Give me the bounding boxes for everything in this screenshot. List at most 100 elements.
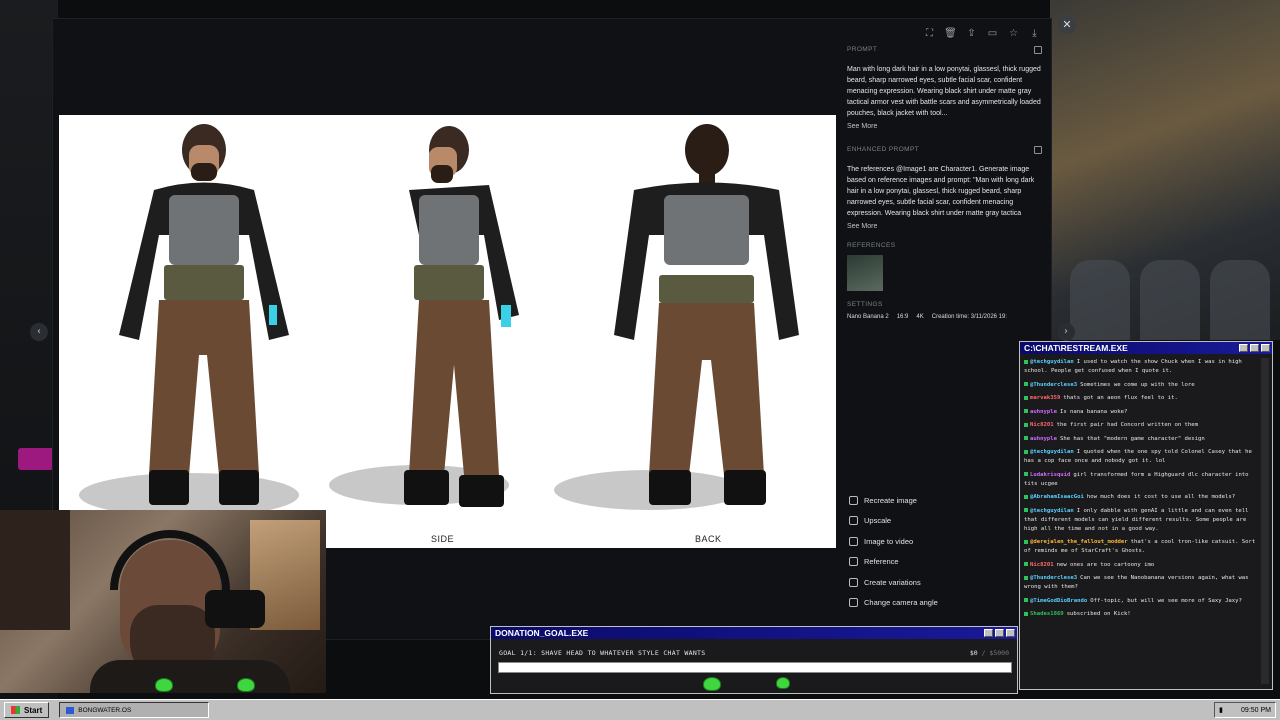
donation-window-titlebar[interactable]: DONATION_GOAL.EXE (491, 627, 1017, 639)
chat-username[interactable]: @derejalen_the_fallout_modder (1030, 539, 1128, 545)
frog-emote-icon (155, 678, 173, 692)
chat-username[interactable]: @Thunderclese3 (1030, 382, 1077, 388)
upscale-button[interactable]: Upscale (849, 511, 1039, 532)
setting-aspect-ratio: 16:9 (896, 314, 909, 320)
minimize-button[interactable] (984, 629, 993, 637)
badge-icon (1024, 539, 1028, 544)
maximize-button[interactable] (1250, 344, 1259, 352)
close-button[interactable] (1006, 629, 1015, 637)
folder-icon[interactable]: ▭ (986, 27, 999, 40)
chat-username[interactable]: Shades1869 (1030, 611, 1064, 617)
reference-icon (849, 557, 858, 567)
view-label-back: BACK (695, 534, 722, 544)
chat-window-titlebar[interactable]: C:\CHAT\RESTREAM.EXE (1020, 342, 1272, 354)
refresh-icon (849, 495, 858, 505)
setting-resolution: 4K (916, 314, 924, 320)
start-button[interactable]: Start (4, 702, 50, 718)
see-more-link[interactable]: See More (847, 223, 1042, 230)
chat-username[interactable]: @AbrahamIsaacGoi (1030, 494, 1084, 500)
chat-window-title: C:\CHAT\RESTREAM.EXE (1024, 343, 1128, 353)
chat-username[interactable]: auhnyple (1030, 436, 1057, 442)
clock: 09:50 PM (1241, 706, 1271, 714)
action-label: Recreate image (864, 495, 917, 505)
chat-message: auhnyple Is nana banana woke? (1024, 408, 1260, 417)
taskbar-app-bongwater[interactable]: BONGWATER.OS (59, 702, 210, 718)
chat-message: Nic8201 the first pair had Concord writte… (1024, 421, 1260, 430)
taskbar: Start BONGWATER.OS ▮ 09:50 PM (0, 699, 1280, 720)
chat-text: new ones are too cartoony imo (1056, 561, 1155, 568)
badge-icon (1024, 508, 1028, 512)
enhanced-prompt-heading: ENHANCED PROMPT (847, 146, 920, 153)
chat-scrollbar[interactable] (1261, 358, 1269, 684)
windows-flag-icon (11, 706, 20, 714)
chat-username[interactable]: auhnyple (1030, 409, 1057, 415)
chat-text: Off-topic, but will we see more of Saxy … (1090, 597, 1242, 604)
start-label: Start (24, 705, 43, 715)
action-label: Reference (864, 557, 899, 567)
character-turnaround-illustration (79, 124, 799, 517)
desktop: { "viewer": { "view_labels": ["SIDE", "B… (0, 0, 1280, 720)
background-figure (1070, 260, 1130, 340)
download-icon[interactable]: ⤓ (1028, 27, 1041, 40)
chat-message: marvak359 thats got an aeon flux feel to … (1024, 394, 1260, 403)
chat-message: @techguydilan I used to watch the show Ch… (1024, 358, 1260, 376)
copy-icon[interactable] (1034, 46, 1042, 54)
app-icon (66, 706, 75, 714)
chat-username[interactable]: @Thunderclese3 (1030, 575, 1077, 581)
maximize-button[interactable] (995, 629, 1004, 637)
speaker-icon[interactable]: ▮ (1219, 706, 1223, 714)
side-view-figure (404, 126, 519, 507)
close-icon[interactable]: ✕ (1058, 16, 1076, 34)
badge-icon (1024, 436, 1028, 440)
chat-text: the first pair had Concord written on th… (1056, 422, 1199, 428)
badge-icon (1024, 472, 1028, 476)
goal-amount: $0 / $5000 (970, 649, 1009, 657)
chat-message: Nic8201 new ones are too cartoony imo (1024, 561, 1260, 570)
chat-message: @derejalen_the_fallout_modder that's a co… (1024, 538, 1260, 556)
settings-section-header: SETTINGS (847, 301, 1042, 308)
chat-text: She has that "modern game character" des… (1059, 435, 1205, 442)
fullscreen-icon[interactable]: ⛶ (923, 27, 936, 40)
reference-thumbnail[interactable] (847, 255, 883, 291)
reference-button[interactable]: Reference (849, 552, 1039, 573)
chat-username[interactable]: @techguydilan (1030, 449, 1074, 455)
setting-creation-time: Creation time: 3/11/2026 19: (931, 314, 1008, 320)
camera-icon (849, 598, 858, 608)
copy-icon[interactable] (1034, 146, 1042, 154)
goal-progress-bar (498, 662, 1012, 673)
create-variations-button[interactable]: Create variations (849, 572, 1039, 593)
share-icon[interactable]: ⇪ (965, 27, 978, 40)
chat-text: how much does it cost to use all the mod… (1086, 494, 1236, 500)
see-more-link[interactable]: See More (847, 123, 1042, 130)
donation-goal-window: DONATION_GOAL.EXE GOAL 1/1: SHAVE HEAD T… (490, 626, 1018, 694)
chat-window: C:\CHAT\RESTREAM.EXE @techguydilan I used… (1019, 341, 1273, 690)
chat-username[interactable]: @TimeGodDioBrando (1030, 598, 1087, 604)
action-label: Image to video (864, 536, 914, 546)
chat-username[interactable]: marvak359 (1030, 395, 1060, 401)
next-image-button[interactable]: › (1057, 323, 1075, 341)
references-heading: REFERENCES (847, 242, 896, 249)
previous-image-button[interactable]: ‹ (30, 323, 48, 341)
chat-username[interactable]: Nic8201 (1030, 562, 1054, 568)
recreate-image-button[interactable]: Recreate image (849, 490, 1039, 511)
image-to-video-button[interactable]: Image to video (849, 531, 1039, 552)
chat-text: thats got an aeon flux feel to it. (1063, 395, 1178, 401)
chat-message: @techguydilan I only dabble with genAI a … (1024, 507, 1260, 534)
close-button[interactable] (1261, 344, 1270, 352)
change-camera-angle-button[interactable]: Change camera angle (849, 593, 1039, 614)
star-icon[interactable]: ☆ (1007, 27, 1020, 40)
chat-message: auhnyple She has that "modern game charac… (1024, 435, 1260, 444)
trash-icon[interactable]: 🗑 (944, 27, 957, 40)
references-section-header: REFERENCES (847, 242, 1042, 249)
chat-message: @Thunderclese3 Sometimes we come up with … (1024, 381, 1260, 390)
chat-username[interactable]: @techguydilan (1030, 508, 1074, 514)
taskbar-app-label: BONGWATER.OS (78, 706, 132, 714)
donation-window-title: DONATION_GOAL.EXE (495, 628, 589, 638)
badge-icon (1024, 395, 1028, 400)
badge-icon (1024, 359, 1028, 364)
chat-username[interactable]: Nic8201 (1030, 422, 1054, 428)
badge-icon (1024, 611, 1028, 616)
chat-username[interactable]: @techguydilan (1030, 359, 1074, 365)
chat-username[interactable]: Ludakrisquid (1030, 472, 1070, 478)
minimize-button[interactable] (1239, 344, 1248, 352)
